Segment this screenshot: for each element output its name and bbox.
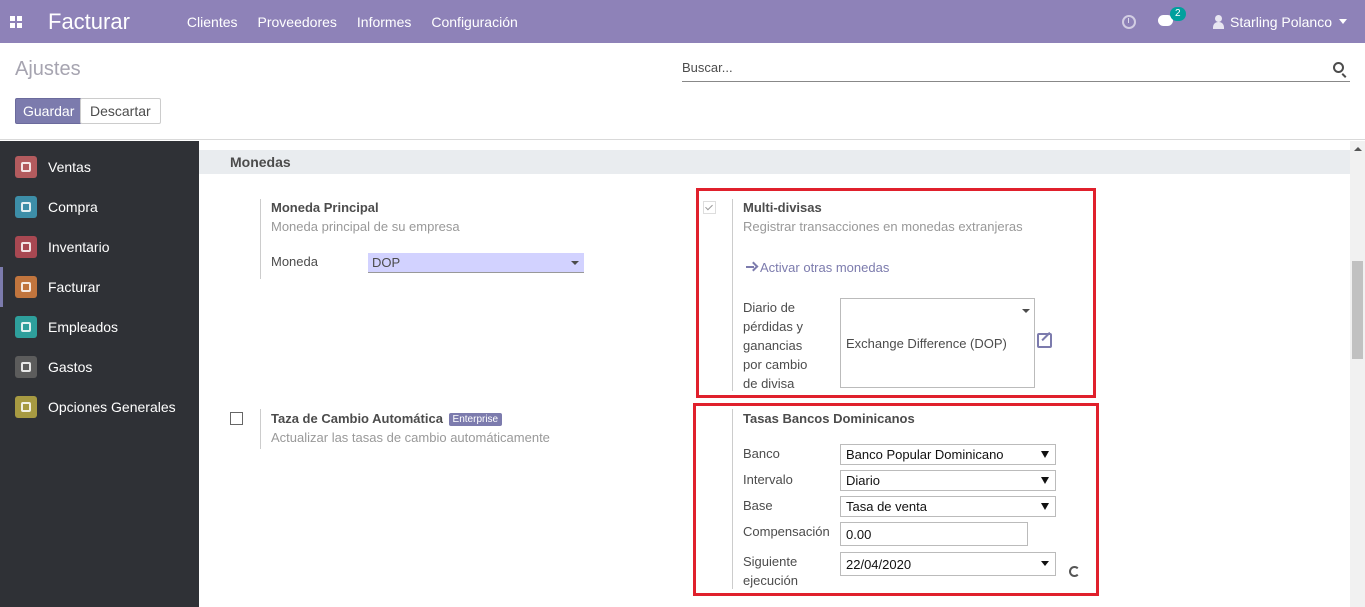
chat-badge: 2 bbox=[1170, 7, 1186, 21]
sales-icon bbox=[15, 156, 37, 178]
multi-currency-description: Registrar transacciones en monedas extra… bbox=[743, 219, 1023, 234]
sidebar-item-label: Empleados bbox=[48, 319, 119, 335]
sidebar-item-facturar[interactable]: Facturar bbox=[0, 267, 199, 307]
dropdown-triangle-icon bbox=[1041, 477, 1049, 484]
activate-currencies-link[interactable]: Activar otras monedas bbox=[746, 260, 889, 275]
control-panel: Ajustes Guardar Descartar bbox=[0, 43, 1365, 140]
sidebar-item-empleados[interactable]: Empleados bbox=[0, 307, 199, 347]
compensation-input[interactable] bbox=[840, 522, 1028, 546]
base-select[interactable]: Tasa de venta bbox=[840, 496, 1056, 517]
employees-icon bbox=[15, 316, 37, 338]
section-title: Monedas bbox=[230, 154, 291, 170]
currency-select-value: DOP bbox=[372, 255, 401, 270]
chevron-down-icon bbox=[571, 261, 579, 265]
interval-select-value: Diario bbox=[846, 473, 880, 488]
menu-proveedores[interactable]: Proveedores bbox=[258, 14, 337, 30]
dominican-banks-title: Tasas Bancos Dominicanos bbox=[743, 411, 915, 426]
sidebar-item-ventas[interactable]: Ventas bbox=[0, 147, 199, 187]
top-navbar: Facturar Clientes Proveedores Informes C… bbox=[0, 0, 1365, 43]
base-select-value: Tasa de venta bbox=[846, 499, 927, 514]
expenses-icon bbox=[15, 356, 37, 378]
sidebar-item-inventario[interactable]: Inventario bbox=[0, 227, 199, 267]
discard-button[interactable]: Descartar bbox=[80, 98, 161, 124]
main-currency-description: Moneda principal de su empresa bbox=[271, 219, 460, 234]
sidebar-item-label: Gastos bbox=[48, 359, 93, 375]
user-name[interactable]: Starling Polanco bbox=[1230, 14, 1332, 30]
menu-informes[interactable]: Informes bbox=[357, 14, 411, 30]
sidebar-item-label: Inventario bbox=[48, 239, 110, 255]
user-avatar-icon[interactable] bbox=[1212, 14, 1225, 29]
menu-configuracion[interactable]: Configuración bbox=[431, 14, 517, 30]
settings-content: Monedas Moneda Principal Moneda principa… bbox=[199, 141, 1350, 607]
settings-icon bbox=[15, 396, 37, 418]
section-header: Monedas bbox=[199, 150, 1350, 174]
compensation-label: Compensación bbox=[743, 524, 830, 539]
sidebar-item-label: Opciones Generales bbox=[48, 399, 176, 415]
bank-label: Banco bbox=[743, 446, 780, 461]
scrollbar-thumb[interactable] bbox=[1352, 261, 1363, 359]
scrollbar[interactable] bbox=[1350, 141, 1365, 607]
base-label: Base bbox=[743, 498, 773, 513]
exchange-journal-value: Exchange Difference (DOP) bbox=[846, 336, 1007, 351]
activities-clock-icon[interactable] bbox=[1122, 14, 1137, 29]
next-run-value: 22/04/2020 bbox=[846, 557, 912, 572]
sidebar-item-gastos[interactable]: Gastos bbox=[0, 347, 199, 387]
bank-select-value: Banco Popular Dominicano bbox=[846, 447, 1004, 462]
sidebar-item-label: Facturar bbox=[48, 279, 101, 295]
page-title: Ajustes bbox=[15, 58, 81, 80]
sidebar-item-label: Ventas bbox=[48, 159, 91, 175]
messages-chat-icon[interactable]: 2 bbox=[1158, 7, 1186, 28]
app-brand[interactable]: Facturar bbox=[48, 9, 130, 35]
scroll-up-arrow-icon[interactable] bbox=[1354, 147, 1362, 151]
auto-rate-description: Actualizar las tasas de cambio automátic… bbox=[271, 430, 550, 445]
next-run-label: Siguiente ejecución bbox=[743, 554, 798, 588]
main-currency-title: Moneda Principal bbox=[271, 200, 379, 215]
exchange-journal-select[interactable]: Exchange Difference (DOP) bbox=[840, 298, 1035, 388]
search-icon[interactable] bbox=[1333, 62, 1344, 73]
multi-currency-checkbox[interactable] bbox=[703, 201, 716, 214]
next-run-date-field[interactable]: 22/04/2020 bbox=[840, 552, 1056, 576]
multi-currency-title: Multi-divisas bbox=[743, 200, 822, 215]
interval-label: Intervalo bbox=[743, 472, 793, 487]
interval-select[interactable]: Diario bbox=[840, 470, 1056, 491]
sidebar-item-opciones-generales[interactable]: Opciones Generales bbox=[0, 387, 199, 427]
external-link-icon[interactable] bbox=[1037, 333, 1052, 348]
chevron-down-icon bbox=[1022, 309, 1030, 313]
user-menu-caret-icon[interactable] bbox=[1339, 19, 1347, 24]
setting-divider bbox=[260, 409, 261, 449]
auto-rate-title: Taza de Cambio Automática Enterprise bbox=[271, 411, 503, 426]
currency-field-label: Moneda bbox=[271, 254, 318, 269]
refresh-icon[interactable] bbox=[1069, 566, 1080, 577]
activate-currencies-label: Activar otras monedas bbox=[760, 260, 890, 275]
sidebar-item-label: Compra bbox=[48, 199, 98, 215]
dropdown-triangle-icon bbox=[1041, 451, 1049, 458]
sidebar-item-compra[interactable]: Compra bbox=[0, 187, 199, 227]
arrow-right-icon bbox=[746, 262, 756, 272]
enterprise-badge: Enterprise bbox=[448, 413, 503, 426]
setting-divider bbox=[732, 409, 733, 589]
exchange-journal-label: Diario de pérdidas y ganancias por cambi… bbox=[743, 300, 808, 391]
inventory-icon bbox=[15, 236, 37, 258]
dropdown-triangle-icon bbox=[1041, 561, 1049, 566]
search-bar bbox=[682, 56, 1350, 82]
auto-rate-checkbox[interactable] bbox=[230, 412, 243, 425]
apps-grid-icon[interactable] bbox=[10, 15, 22, 28]
invoice-icon bbox=[15, 276, 37, 298]
dropdown-triangle-icon bbox=[1041, 503, 1049, 510]
save-button[interactable]: Guardar bbox=[15, 98, 83, 124]
purchase-icon bbox=[15, 196, 37, 218]
settings-sidebar: Ventas Compra Inventario Facturar Emplea… bbox=[0, 141, 199, 607]
setting-divider bbox=[260, 199, 261, 279]
search-input[interactable] bbox=[682, 56, 1322, 79]
setting-divider bbox=[732, 199, 733, 391]
currency-select[interactable]: DOP bbox=[368, 253, 584, 273]
menu-clientes[interactable]: Clientes bbox=[187, 14, 238, 30]
bank-select[interactable]: Banco Popular Dominicano bbox=[840, 444, 1056, 465]
